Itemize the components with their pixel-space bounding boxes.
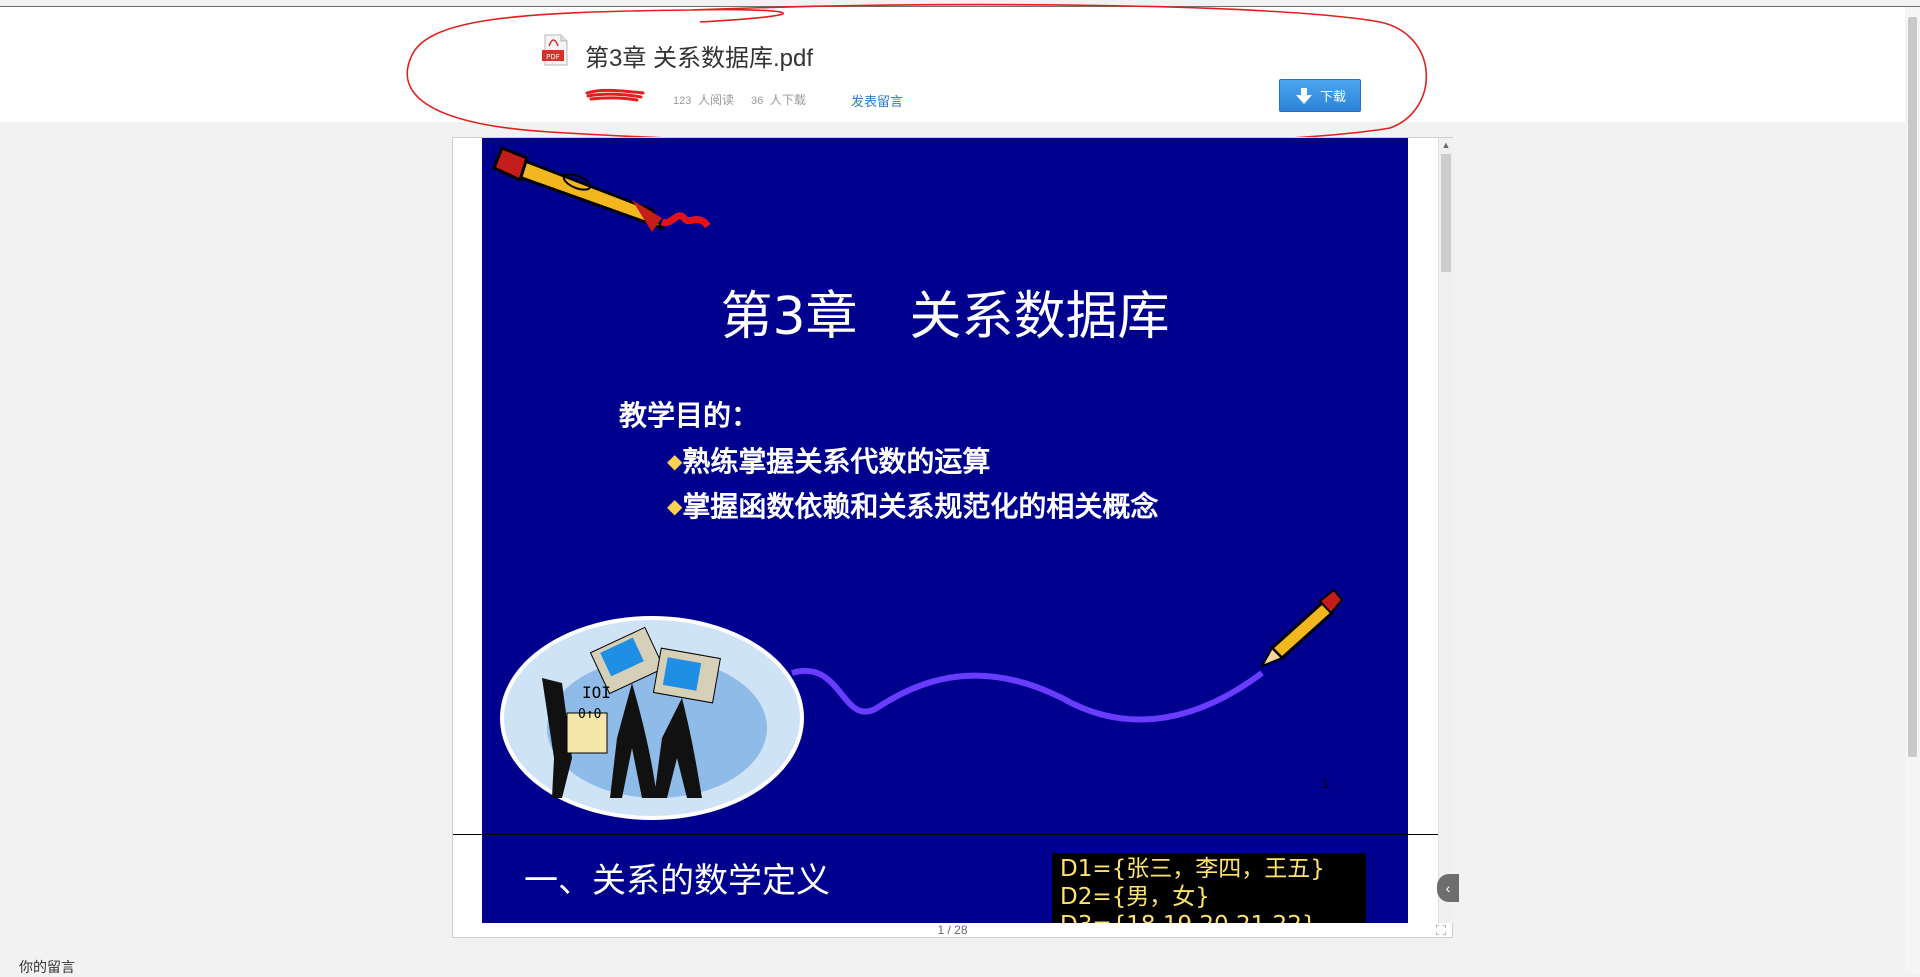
download-count: 36 人下载 [751, 93, 806, 107]
domain-line: D3={18,19,20,21,22} [1060, 911, 1358, 923]
download-arrow-icon [1295, 87, 1312, 104]
document-viewer[interactable]: IOI 0↑0 第3章 关系数据库 教学目的： ◆熟练掌握关系代数的运算 ◆掌握… [452, 137, 1453, 938]
page-indicator: 1 / 28 [937, 923, 968, 937]
post-comment-link[interactable]: 发表留言 [851, 91, 903, 110]
scroll-thumb[interactable] [1441, 154, 1451, 272]
slide-1: IOI 0↑0 第3章 关系数据库 教学目的： ◆熟练掌握关系代数的运算 ◆掌握… [482, 138, 1408, 834]
svg-text:IOI: IOI [582, 683, 611, 702]
document-header: PDF 第3章 关系数据库.pdf 123 人阅读 36 人下载 发表留言 下载 [0, 7, 1920, 122]
objective-bullet: ◆掌握函数依赖和关系规范化的相关概念 [667, 491, 1159, 522]
chevron-left-icon: ‹ [1445, 880, 1451, 896]
slide2-heading: 一、关系的数学定义 [524, 861, 830, 901]
pager-bar: 1 / 28 [453, 923, 1452, 937]
svg-text:0↑0: 0↑0 [578, 707, 601, 722]
diamond-bullet-icon: ◆ [667, 451, 683, 473]
diamond-bullet-icon: ◆ [667, 496, 683, 518]
window-scrollbar[interactable] [1905, 7, 1920, 974]
slide-page-number: 1 [1322, 776, 1330, 791]
svg-text:PDF: PDF [546, 53, 560, 61]
pencil-small-icon [1259, 588, 1344, 668]
redacted-author [585, 88, 645, 102]
your-comment-label: 你的留言 [19, 959, 75, 975]
domain-definition-box: D1={张三，李四，王五} D2={男，女} D3={18,19,20,21,2… [1052, 853, 1366, 923]
download-button[interactable]: 下载 [1279, 79, 1361, 112]
slide-2: 一、关系的数学定义 D1={张三，李四，王五} D2={男，女} D3={18,… [482, 835, 1408, 923]
slide-title: 第3章 关系数据库 [720, 287, 1170, 347]
viewer-scrollbar[interactable]: ▲ [1438, 138, 1453, 923]
fullscreen-icon[interactable] [1436, 925, 1446, 935]
domain-line: D2={男，女} [1060, 884, 1210, 910]
scroll-up-arrow-icon[interactable]: ▲ [1439, 138, 1453, 152]
teaching-objective-label: 教学目的： [619, 400, 760, 431]
objective-bullet: ◆熟练掌握关系代数的运算 [667, 446, 991, 477]
read-count: 123 人阅读 [673, 93, 735, 107]
people-computers-illustration: IOI 0↑0 [500, 616, 804, 820]
file-title: 第3章 关系数据库.pdf [585, 45, 814, 72]
domain-line: D1={张三，李四，王五} [1060, 856, 1325, 882]
pencil-icon [492, 146, 711, 232]
window-scroll-thumb[interactable] [1908, 17, 1917, 757]
pdf-file-icon: PDF [542, 34, 568, 66]
sidebar-collapse-button[interactable]: ‹ [1437, 874, 1459, 902]
